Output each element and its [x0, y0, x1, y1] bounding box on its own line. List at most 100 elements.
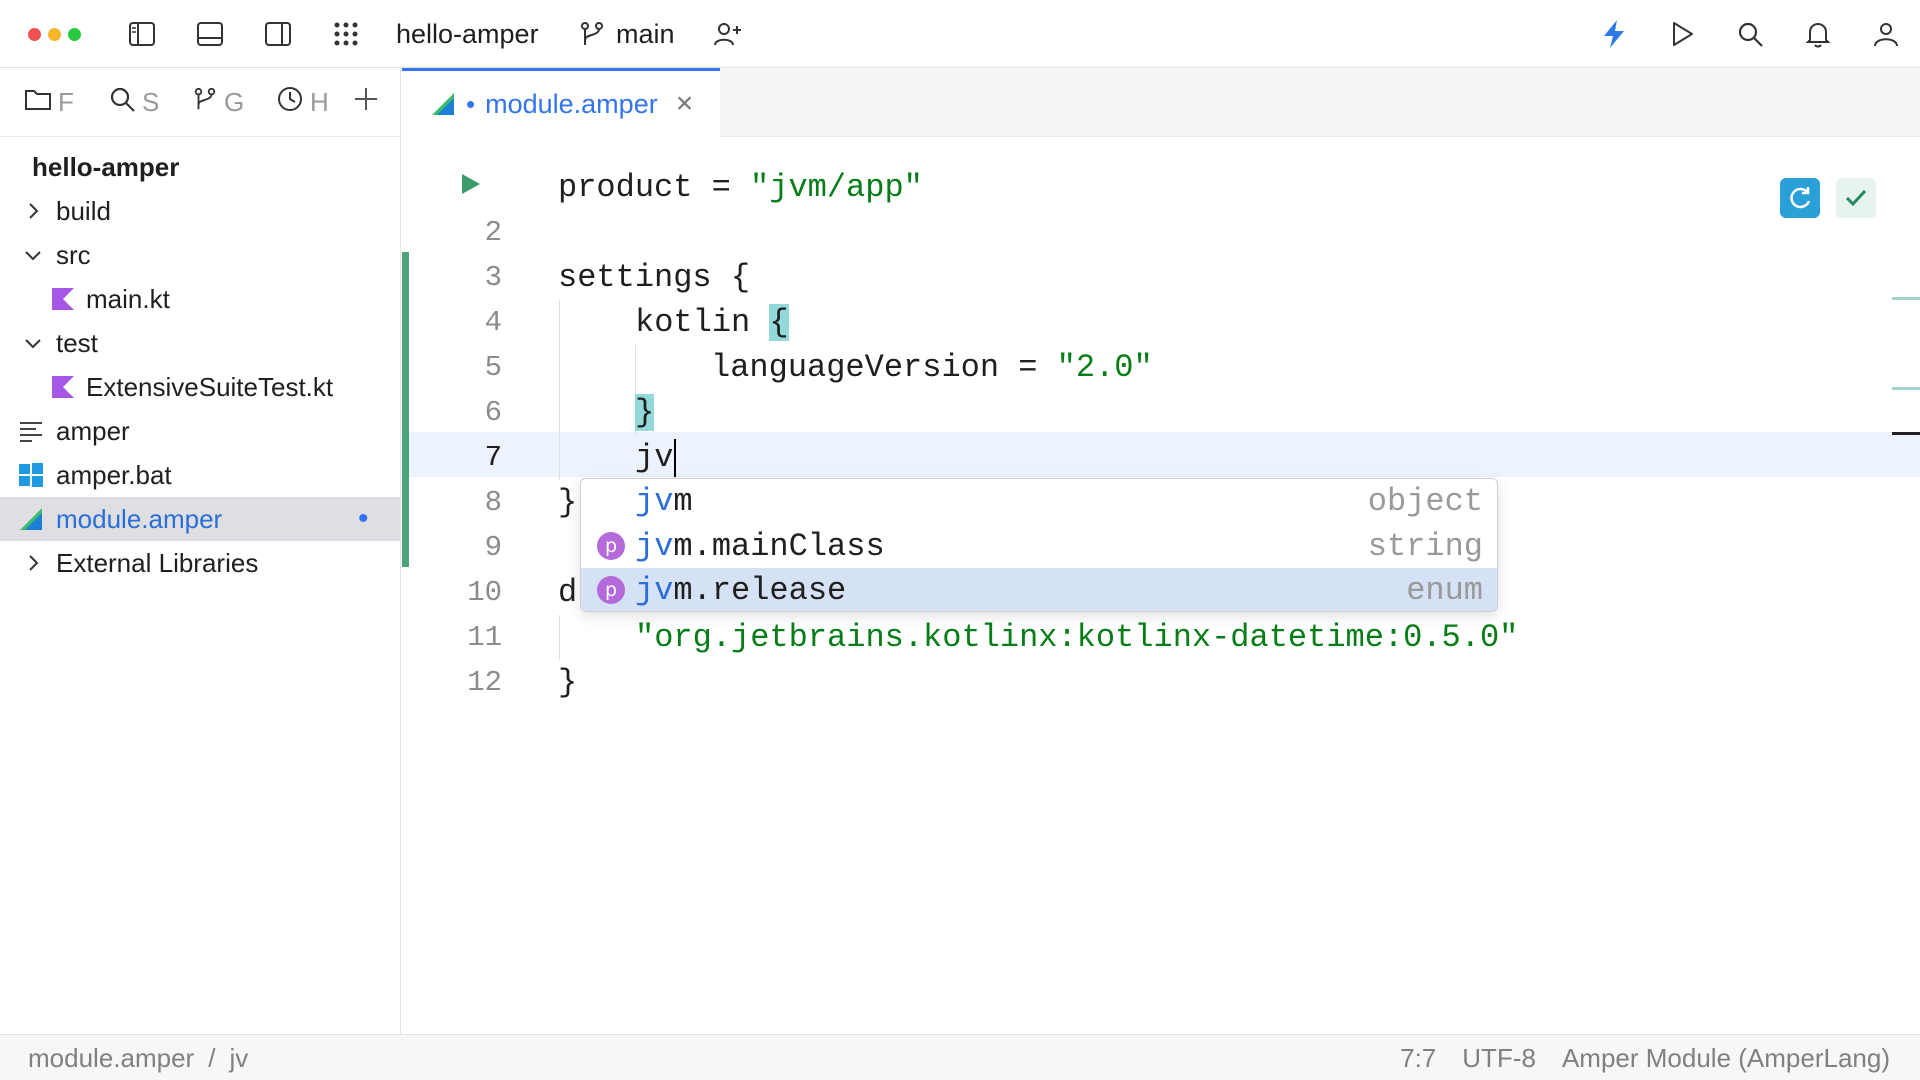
search-icon	[108, 85, 136, 120]
tab-search-label: S	[142, 87, 160, 117]
lightning-icon[interactable]	[1596, 16, 1632, 52]
line-number: 8	[484, 486, 502, 519]
tab-project[interactable]: F	[24, 68, 74, 137]
close-window-button[interactable]	[28, 28, 41, 41]
editor-tab-module-amper[interactable]: • module.amper ×	[402, 68, 720, 137]
caret-position[interactable]: 7:7	[1400, 1035, 1436, 1080]
file-language[interactable]: Amper Module (AmperLang)	[1562, 1035, 1890, 1080]
code-text: product =	[558, 169, 751, 206]
bell-icon[interactable]	[1800, 16, 1836, 52]
tree-item-main-kt[interactable]: main.kt	[0, 277, 400, 321]
completion-match: jv	[635, 571, 674, 609]
run-icon[interactable]	[1664, 16, 1700, 52]
add-tab-button[interactable]	[352, 68, 380, 137]
sidebar-left-icon[interactable]	[124, 16, 160, 52]
tree-item-label: amper	[56, 415, 130, 446]
zoom-window-button[interactable]	[68, 28, 81, 41]
code-line-3: settings {	[558, 259, 751, 296]
completion-item-selected[interactable]: p jvm.release enum	[581, 568, 1497, 611]
tree-item-test[interactable]: test	[0, 321, 400, 365]
tree-item-amper-bat[interactable]: amper.bat	[0, 453, 400, 497]
tree-item-label: module.amper	[56, 503, 223, 534]
tree-item-extensive-suite-test[interactable]: ExtensiveSuiteTest.kt	[0, 365, 400, 409]
tab-modified-indicator: •	[466, 88, 476, 119]
editor-tab-label: module.amper	[485, 88, 658, 119]
tab-git[interactable]: G	[192, 68, 244, 137]
status-widgets: 7:7 UTF-8 Amper Module (AmperLang)	[1400, 1035, 1890, 1080]
close-icon[interactable]: ×	[676, 87, 694, 121]
tree-item-src[interactable]: src	[0, 233, 400, 277]
breadcrumb-element[interactable]: jv	[229, 1035, 248, 1080]
code-line-12: }	[558, 664, 578, 701]
line-number: 4	[484, 306, 502, 339]
code-line-6: }	[635, 390, 655, 435]
breadcrumb-file[interactable]: module.amper	[28, 1035, 194, 1080]
tree-item-label: src	[56, 239, 91, 270]
clock-icon	[276, 85, 304, 120]
chevron-right-icon[interactable]	[18, 201, 48, 221]
kotlin-file-icon	[50, 374, 76, 400]
amper-file-icon	[430, 91, 456, 117]
file-encoding[interactable]: UTF-8	[1462, 1035, 1536, 1080]
breadcrumb: module.amper / jv	[28, 1035, 248, 1080]
code-line-11: "org.jetbrains.kotlinx:kotlinx-datetime:…	[635, 619, 1519, 656]
inspection-status-button[interactable]	[1836, 178, 1876, 218]
account-icon[interactable]	[1868, 16, 1904, 52]
code-completion-popup: jvm object p jvm.mainClass string p jvm.…	[580, 478, 1498, 612]
line-number: 2	[484, 216, 502, 249]
reload-project-button[interactable]	[1780, 178, 1820, 218]
scrollbar-marker[interactable]	[1892, 387, 1920, 390]
chevron-down-icon[interactable]	[18, 248, 48, 262]
branch-icon[interactable]	[574, 16, 610, 52]
completion-item[interactable]: jvm object	[581, 479, 1497, 523]
code-text: languageVersion =	[711, 349, 1057, 386]
tree-item-amper[interactable]: amper	[0, 409, 400, 453]
completion-rest: m.mainClass	[673, 527, 885, 565]
completion-type: enum	[1406, 571, 1483, 609]
scrollbar-caret-marker[interactable]	[1892, 432, 1920, 435]
text-file-icon	[18, 419, 44, 443]
tree-item-external-libraries[interactable]: External Libraries	[0, 541, 400, 585]
tree-item-build[interactable]: build	[0, 189, 400, 233]
code-line-8: }	[558, 484, 578, 521]
line-number: 7	[484, 441, 502, 474]
completion-rest: m	[673, 482, 693, 520]
matched-brace: }	[635, 394, 655, 431]
breadcrumb-separator: /	[208, 1043, 216, 1073]
tab-history[interactable]: H	[276, 68, 329, 137]
run-gutter-icon[interactable]	[460, 172, 482, 201]
tab-search[interactable]: S	[108, 68, 159, 137]
tree-root[interactable]: hello-amper	[0, 145, 400, 189]
code-line-10: d	[558, 574, 578, 611]
apps-grid-icon[interactable]	[328, 16, 364, 52]
tree-item-module-amper[interactable]: module.amper •	[0, 497, 400, 541]
plus-icon	[352, 85, 380, 120]
code-line-1: product = "jvm/app"	[558, 165, 923, 210]
search-icon[interactable]	[1732, 16, 1768, 52]
branch-name[interactable]: main	[616, 0, 675, 68]
string-literal: "jvm/app"	[750, 169, 923, 206]
add-user-icon[interactable]	[710, 16, 746, 52]
completion-match: jv	[635, 527, 674, 565]
indent-guide	[559, 300, 560, 480]
completion-item[interactable]: p jvm.mainClass string	[581, 524, 1497, 568]
panel-bottom-icon[interactable]	[192, 16, 228, 52]
sidebar-right-icon[interactable]	[260, 16, 296, 52]
scrollbar-marker[interactable]	[1892, 297, 1920, 300]
check-icon	[1843, 185, 1869, 211]
tree-item-label: main.kt	[86, 283, 170, 314]
line-number: 12	[467, 666, 502, 699]
line-number: 10	[467, 576, 502, 609]
tree-item-label: ExtensiveSuiteTest.kt	[86, 371, 334, 402]
tool-window-tabs: F S G H	[0, 68, 400, 137]
minimize-window-button[interactable]	[48, 28, 61, 41]
tree-item-label: External Libraries	[56, 547, 259, 578]
status-bar: module.amper / jv 7:7 UTF-8 Amper Module…	[0, 1034, 1920, 1080]
text-caret	[674, 438, 677, 477]
chevron-down-icon[interactable]	[18, 336, 48, 350]
tab-git-label: G	[224, 87, 245, 117]
branch-icon	[192, 85, 218, 120]
chevron-right-icon[interactable]	[18, 553, 48, 573]
project-name[interactable]: hello-amper	[396, 0, 539, 68]
indent-guide	[559, 615, 560, 660]
